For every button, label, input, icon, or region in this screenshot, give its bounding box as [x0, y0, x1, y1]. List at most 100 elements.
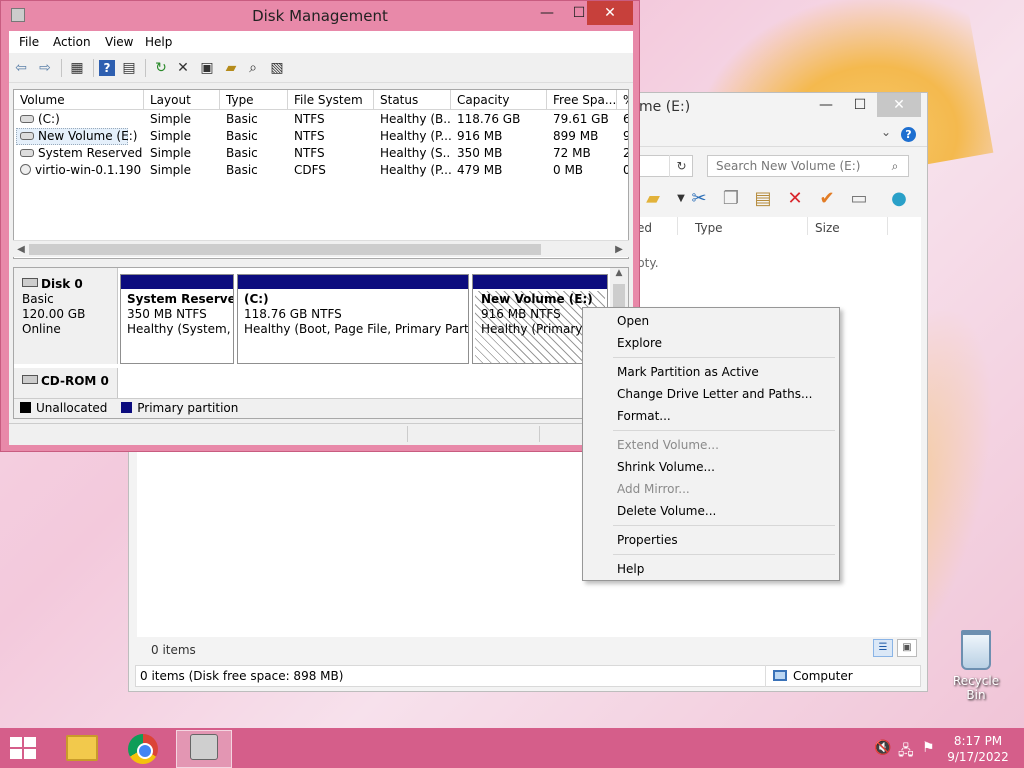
properties-icon[interactable]: ▤ — [119, 58, 139, 78]
network-icon[interactable]: 🖧 — [898, 740, 914, 764]
column-header-type[interactable]: Type — [695, 221, 723, 235]
table-row[interactable]: virtio-win-0.1.190 ... — [14, 162, 144, 179]
help-icon[interactable]: ? — [99, 60, 115, 76]
column-header-capacity[interactable]: Capacity — [451, 90, 547, 110]
volume-status: Healthy (P... — [380, 163, 451, 177]
settings-icon[interactable]: ▧ — [267, 58, 287, 78]
show-hide-tree-icon[interactable]: ▦ — [67, 58, 87, 78]
chrome-taskbar-icon[interactable] — [128, 734, 158, 764]
volume-status: Healthy (B... — [380, 112, 451, 126]
menu-action[interactable]: Action — [53, 35, 91, 49]
recycle-bin-label: Recycle Bin — [952, 674, 1000, 702]
globe-icon[interactable]: ● — [887, 187, 911, 211]
status-divider — [765, 665, 766, 687]
maximize-button[interactable]: ☐ — [843, 93, 877, 117]
computer-icon — [773, 670, 787, 681]
column-header-percent-free[interactable]: % — [617, 90, 628, 110]
menu-item-change-drive-letter[interactable]: Change Drive Letter and Paths... — [617, 387, 812, 401]
delete-icon[interactable]: ✕ — [783, 187, 807, 211]
recycle-bin-shortcut[interactable]: Recycle Bin — [944, 630, 1008, 702]
help-icon[interactable]: ? — [901, 127, 916, 142]
column-header-file-system[interactable]: File System — [288, 90, 374, 110]
forward-icon[interactable]: ⇨ — [35, 58, 55, 78]
volume-list[interactable]: Volume Layout Type File System Status Ca… — [13, 89, 629, 259]
close-button[interactable]: ✕ — [877, 93, 921, 117]
system-clock[interactable]: 8:17 PM 9/17/2022 — [940, 733, 1016, 765]
menu-item-help[interactable]: Help — [617, 562, 644, 576]
menu-view[interactable]: View — [105, 35, 133, 49]
menu-file[interactable]: File — [19, 35, 39, 49]
column-divider[interactable] — [677, 217, 678, 235]
action-center-icon[interactable]: ⚑ — [922, 740, 935, 756]
scrollbar-thumb[interactable] — [29, 244, 541, 255]
checkmark-icon[interactable]: ✔ — [815, 187, 839, 211]
chevron-down-icon[interactable]: ⌄ — [881, 125, 891, 139]
column-divider[interactable] — [807, 217, 808, 235]
back-icon[interactable]: ⇦ — [11, 58, 31, 78]
column-header-layout[interactable]: Layout — [144, 90, 220, 110]
menu-item-shrink-volume[interactable]: Shrink Volume... — [617, 460, 715, 474]
volume-status: Healthy (S... — [380, 146, 451, 160]
cut-icon[interactable]: ✂ — [687, 187, 711, 211]
horizontal-scrollbar[interactable]: ◀ ▶ — [13, 240, 629, 257]
disk-management-taskbar-icon[interactable] — [190, 734, 218, 760]
menu-item-explore[interactable]: Explore — [617, 336, 662, 350]
search-input[interactable]: Search New Volume (E:) — [707, 155, 909, 177]
volume-capacity: 350 MB — [457, 146, 503, 160]
partition-status: Healthy (Boot, Page File, Primary Partit… — [244, 322, 469, 336]
refresh-icon[interactable]: ↻ — [669, 155, 693, 177]
drive-icon — [20, 149, 34, 157]
scroll-left-icon[interactable]: ◀ — [13, 241, 29, 258]
delete-icon[interactable]: ✕ — [173, 58, 193, 78]
menu-item-format[interactable]: Format... — [617, 409, 671, 423]
windows-start-icon[interactable] — [10, 737, 38, 759]
column-header-size[interactable]: Size — [815, 221, 840, 235]
large-icons-view-button[interactable]: ▣ — [897, 639, 917, 657]
volume-type: Basic — [226, 163, 258, 177]
file-explorer-taskbar-icon[interactable] — [66, 735, 98, 761]
rename-icon[interactable]: ▭ — [847, 187, 871, 211]
column-divider[interactable] — [887, 217, 888, 235]
partition-name: (C:) — [244, 292, 269, 306]
partition-size: 350 MB NTFS — [127, 307, 207, 321]
unallocated-swatch — [20, 402, 31, 413]
open-folder-icon[interactable]: ▰ — [221, 58, 241, 78]
column-header-volume[interactable]: Volume — [14, 90, 144, 110]
cdrom-0-label[interactable]: CD-ROM 0 — [14, 368, 118, 398]
table-row[interactable]: New Volume (E:) — [14, 128, 144, 145]
search-icon[interactable]: ⌕ — [885, 155, 905, 177]
scroll-right-icon[interactable]: ▶ — [611, 241, 627, 258]
disk-map[interactable]: Disk 0 Basic 120.00 GB Online System Res… — [13, 267, 629, 419]
refresh-icon[interactable]: ↻ — [151, 58, 171, 78]
column-header-type[interactable]: Type — [220, 90, 288, 110]
column-header-status[interactable]: Status — [374, 90, 451, 110]
table-row[interactable]: (C:) — [14, 111, 144, 128]
menu-item-mark-active[interactable]: Mark Partition as Active — [617, 365, 759, 379]
close-button[interactable]: ✕ — [587, 1, 633, 25]
column-header-free-space[interactable]: Free Spa... — [547, 90, 617, 110]
toolbar-divider — [61, 59, 62, 77]
minimize-button[interactable]: — — [809, 93, 843, 117]
table-row[interactable]: System Reserved — [14, 145, 144, 162]
menu-item-delete-volume[interactable]: Delete Volume... — [617, 504, 716, 518]
details-view-button[interactable]: ☰ — [873, 639, 893, 657]
check-disk-icon[interactable]: ▣ — [197, 58, 217, 78]
volume-muted-icon[interactable]: 🔇 — [874, 740, 891, 756]
menu-help[interactable]: Help — [145, 35, 172, 49]
folder-icon[interactable]: ▰ — [641, 187, 665, 211]
menu-item-properties[interactable]: Properties — [617, 533, 678, 547]
paste-icon[interactable]: ▤ — [751, 187, 775, 211]
partition-bar — [238, 275, 468, 289]
scroll-up-icon[interactable]: ▲ — [610, 268, 628, 282]
disk-0-label[interactable]: Disk 0 Basic 120.00 GB Online — [14, 268, 118, 364]
partition-system-reserved[interactable]: System Reserved 350 MB NTFS Healthy (Sys… — [120, 274, 234, 364]
copy-icon[interactable]: ❐ — [719, 187, 743, 211]
minimize-button[interactable]: — — [531, 1, 563, 25]
search-icon[interactable]: ⌕ — [243, 58, 263, 78]
disk-0-kind: Basic — [22, 292, 54, 306]
disk-management-window[interactable]: Disk Management — ☐ ✕ File Action View H… — [0, 0, 640, 452]
volume-name: System Reserved — [38, 146, 143, 160]
menu-item-open[interactable]: Open — [617, 314, 649, 328]
partition-c[interactable]: (C:) 118.76 GB NTFS Healthy (Boot, Page … — [237, 274, 469, 364]
explorer-title: me (E:) — [639, 99, 691, 115]
